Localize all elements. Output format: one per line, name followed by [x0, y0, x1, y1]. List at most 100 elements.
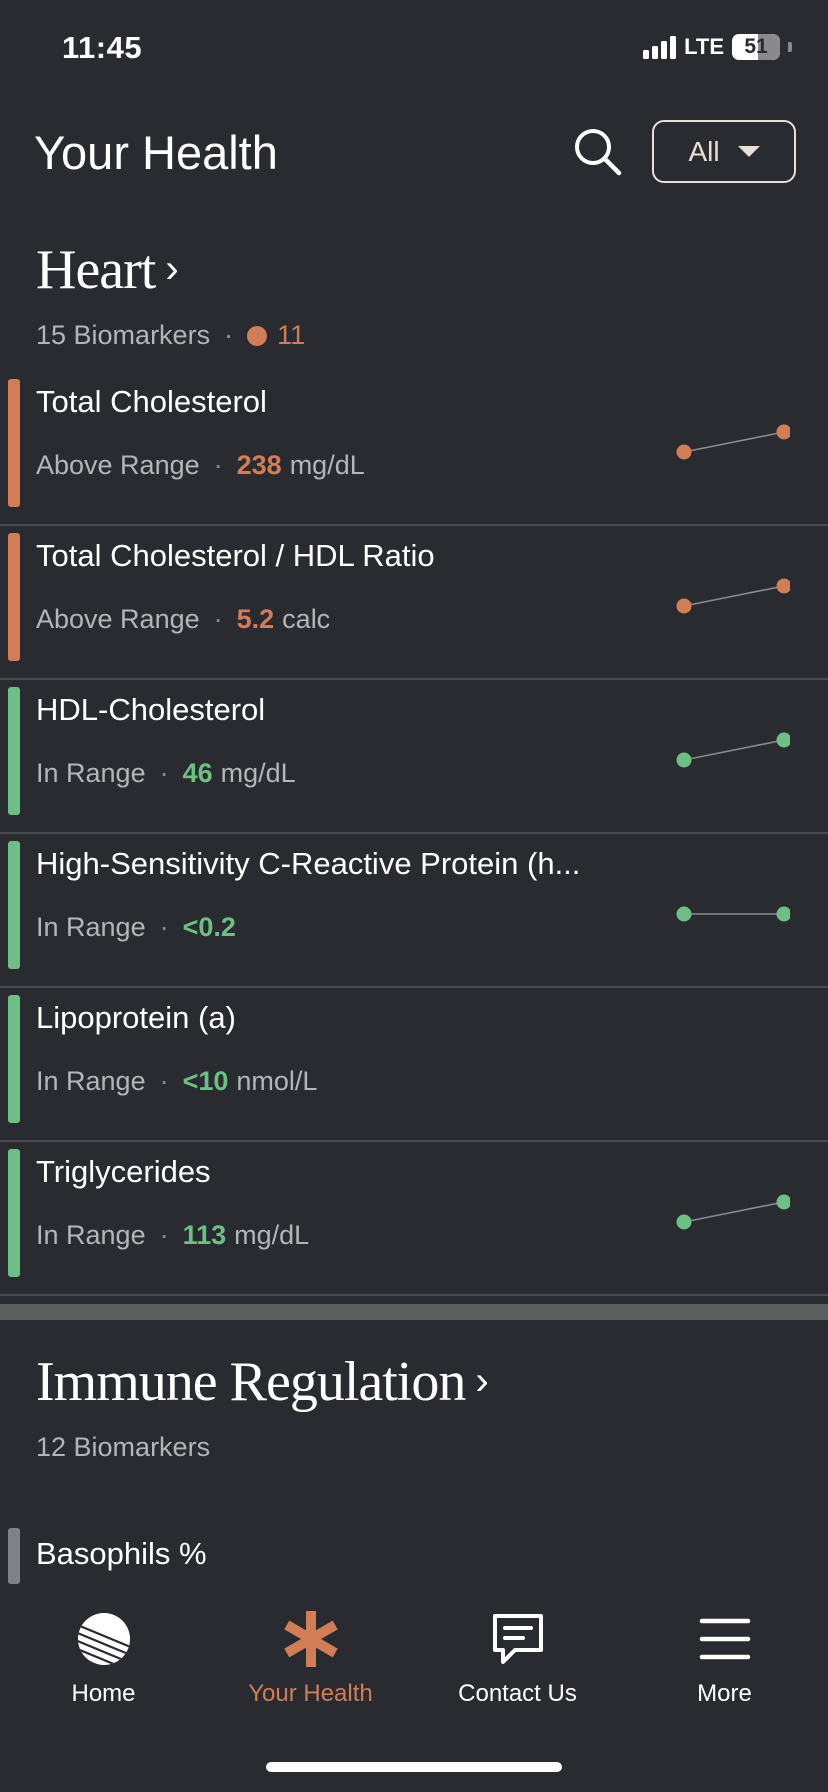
biomarker-unit: mg/dL — [234, 1220, 310, 1250]
tab-more[interactable]: More — [621, 1608, 828, 1708]
chevron-right-icon: › — [475, 1359, 488, 1403]
section-title-heart[interactable]: Heart › — [36, 238, 179, 302]
range-indicator-bar — [8, 841, 20, 969]
tab-label: More — [697, 1680, 752, 1707]
chevron-right-icon: › — [165, 247, 178, 291]
biomarker-row[interactable]: Lipoprotein (a) In Range · <10 nmol/L — [0, 988, 828, 1142]
biomarker-summary: In Range · <10 nmol/L — [36, 1066, 317, 1097]
biomarker-unit: calc — [282, 604, 331, 634]
network-type: LTE — [684, 34, 724, 59]
trend-sparkline — [676, 1194, 790, 1230]
tab-label: Home — [71, 1680, 136, 1707]
biomarker-value: 5.2 — [236, 604, 275, 634]
meta-separator: · — [224, 320, 234, 350]
section-divider — [0, 1304, 828, 1320]
summary-separator: · — [213, 604, 223, 634]
battery-icon: 51 — [732, 34, 780, 60]
summary-separator: · — [159, 1066, 169, 1096]
battery-level: 51 — [744, 35, 768, 58]
trend-line — [683, 585, 785, 607]
trend-point-previous — [676, 752, 692, 768]
filter-label: All — [688, 135, 720, 167]
range-indicator-bar — [8, 379, 20, 507]
biomarker-name: Basophils % — [36, 1536, 207, 1571]
section-title-label: Immune Regulation — [36, 1351, 466, 1413]
trend-line — [683, 739, 785, 761]
chat-bubble-icon — [487, 1608, 549, 1670]
trend-sparkline — [676, 906, 790, 922]
asterisk-icon — [280, 1608, 342, 1670]
biomarker-name: Total Cholesterol — [36, 384, 267, 419]
range-indicator-bar — [8, 687, 20, 815]
biomarker-value: 113 — [182, 1220, 227, 1250]
status-time: 11:45 — [62, 30, 143, 65]
cellular-signal-icon — [643, 35, 677, 59]
section-title-label: Heart — [36, 239, 156, 301]
trend-point-latest — [776, 1194, 790, 1210]
status-bar: 11:45 LTE 51 — [0, 0, 828, 100]
page-title: Your Health — [34, 126, 278, 179]
section-meta-immune-regulation: 12 Biomarkers — [36, 1432, 210, 1463]
biomarker-name: High-Sensitivity C-Reactive Protein (h..… — [36, 846, 581, 881]
biomarker-summary: Above Range · 5.2 calc — [36, 604, 330, 635]
trend-point-previous — [676, 444, 692, 460]
search-button[interactable] — [570, 124, 626, 180]
biomarker-name: HDL-Cholesterol — [36, 692, 266, 727]
home-globe-icon — [73, 1608, 135, 1670]
biomarker-row[interactable]: Triglycerides In Range · 113 mg/dL — [0, 1142, 828, 1296]
trend-point-latest — [776, 906, 790, 922]
range-status: Above Range — [36, 604, 200, 634]
biomarker-name: Total Cholesterol / HDL Ratio — [36, 538, 435, 573]
biomarker-row[interactable]: HDL-Cholesterol In Range · 46 mg/dL — [0, 680, 828, 834]
trend-point-previous — [676, 598, 692, 614]
range-status: Above Range — [36, 450, 200, 480]
trend-point-previous — [676, 906, 692, 922]
biomarker-value: 46 — [182, 758, 213, 788]
biomarker-value: <10 — [182, 1066, 229, 1096]
range-status: In Range — [36, 912, 146, 942]
trend-point-latest — [776, 732, 790, 748]
biomarker-row[interactable]: High-Sensitivity C-Reactive Protein (h..… — [0, 834, 828, 988]
range-indicator-bar — [8, 533, 20, 661]
biomarker-summary: Above Range · 238 mg/dL — [36, 450, 365, 481]
summary-separator: · — [159, 912, 169, 942]
biomarker-summary: In Range · 46 mg/dL — [36, 758, 296, 789]
hamburger-menu-icon — [694, 1608, 756, 1670]
tab-label: Contact Us — [458, 1680, 577, 1707]
biomarker-row[interactable]: Basophils % — [0, 1524, 828, 1584]
biomarker-name: Lipoprotein (a) — [36, 1000, 236, 1035]
biomarker-name: Triglycerides — [36, 1154, 211, 1189]
biomarker-row[interactable]: Total Cholesterol Above Range · 238 mg/dL — [0, 372, 828, 526]
range-indicator-bar — [8, 1528, 20, 1584]
range-indicator-bar — [8, 1149, 20, 1277]
trend-sparkline — [676, 732, 790, 768]
trend-point-latest — [776, 424, 790, 440]
flag-dot-icon — [247, 325, 268, 346]
summary-separator: · — [159, 758, 169, 788]
tab-label: Your Health — [248, 1680, 373, 1707]
range-status: In Range — [36, 1220, 146, 1250]
filter-dropdown[interactable]: All — [652, 120, 796, 183]
range-indicator-bar — [8, 995, 20, 1123]
tab-your-health[interactable]: Your Health — [207, 1608, 414, 1708]
biomarker-summary: In Range · <0.2 — [36, 912, 244, 943]
section-meta-heart: 15 Biomarkers · 11 — [36, 320, 305, 351]
biomarker-summary: In Range · 113 mg/dL — [36, 1220, 309, 1251]
chevron-down-icon — [737, 146, 760, 157]
biomarker-count: 15 Biomarkers — [36, 320, 211, 350]
biomarker-unit: mg/dL — [220, 758, 296, 788]
section-title-immune-regulation[interactable]: Immune Regulation › — [36, 1350, 489, 1414]
trend-point-latest — [776, 578, 790, 594]
home-indicator — [266, 1762, 562, 1772]
tab-contact-us[interactable]: Contact Us — [414, 1608, 621, 1708]
range-status: In Range — [36, 1066, 146, 1096]
trend-point-previous — [676, 1214, 692, 1230]
biomarker-row[interactable]: Total Cholesterol / HDL Ratio Above Range… — [0, 526, 828, 680]
biomarker-list-heart: Total Cholesterol Above Range · 238 mg/dL Tot… — [0, 372, 828, 1296]
biomarker-value: <0.2 — [182, 912, 236, 942]
biomarker-unit: nmol/L — [236, 1066, 318, 1096]
trend-line — [683, 431, 785, 453]
tab-home[interactable]: Home — [0, 1608, 207, 1708]
search-icon — [575, 129, 622, 176]
trend-sparkline — [676, 578, 790, 614]
